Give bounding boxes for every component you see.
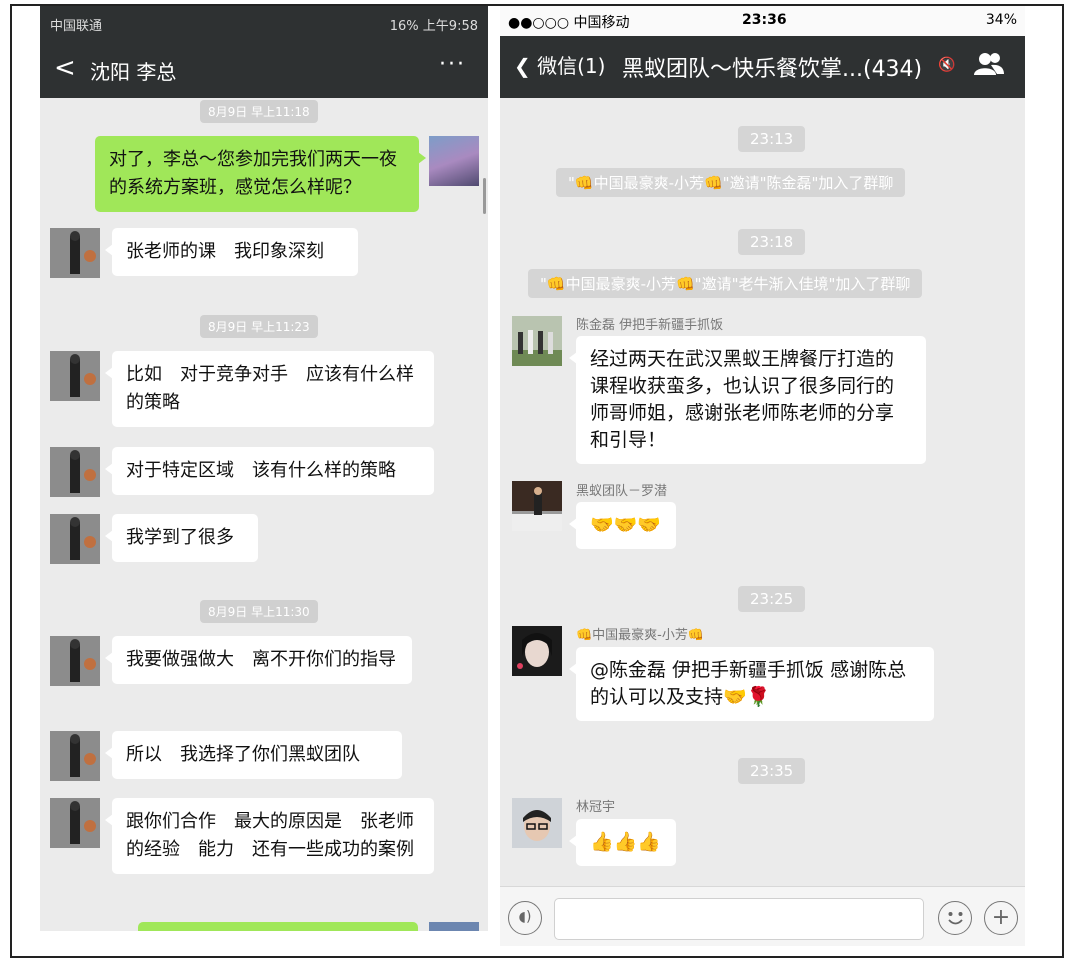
carrier-label: 中国联通	[50, 19, 103, 34]
system-notice: "👊中国最豪爽-小芳👊"邀请"老牛渐入佳境"加入了群聊	[528, 269, 923, 298]
message-bubble-received[interactable]: 我学到了很多	[105, 514, 258, 562]
avatar[interactable]	[50, 798, 100, 848]
avatar[interactable]	[512, 316, 562, 366]
scrollbar[interactable]	[483, 178, 486, 214]
status-bar: 中国联通 16% 上午9:58	[40, 6, 488, 40]
avatar[interactable]	[429, 136, 479, 186]
time-divider: 23:35	[738, 758, 806, 784]
time-divider: 23:25	[738, 586, 806, 612]
timestamp: 8月9日 早上11:30	[200, 600, 318, 623]
group-title: 黑蚁团队～快乐餐饮掌...(434)	[622, 57, 923, 82]
message-bubble-received[interactable]: 🤝🤝🤝	[569, 502, 676, 549]
mute-icon: 🔇	[938, 57, 956, 73]
chat-title: 沈阳 李总	[90, 60, 177, 84]
avatar[interactable]	[512, 626, 562, 676]
time-divider: 23:18	[738, 229, 806, 255]
chat-input-bar: ◖) +	[500, 886, 1025, 946]
timestamp: 8月9日 早上11:23	[200, 315, 318, 338]
message-bubble-received[interactable]: 所以 我选择了你们黑蚁团队	[105, 731, 402, 779]
group-members-icon[interactable]	[974, 52, 1004, 80]
avatar[interactable]	[512, 481, 562, 531]
message-bubble-sent-partial[interactable]	[138, 922, 418, 931]
sender-name: 黑蚁团队－罗潜	[576, 484, 668, 499]
voice-icon[interactable]: ◖)	[508, 901, 542, 935]
message-bubble-sent[interactable]: 对了，李总～您参加完我们两天一夜的系统方案班，感觉怎么样呢？	[95, 136, 426, 212]
time-divider: 23:13	[738, 126, 806, 152]
avatar[interactable]	[50, 228, 100, 278]
back-icon[interactable]: <	[54, 53, 76, 83]
back-button[interactable]: ❮ 微信(1)	[514, 50, 605, 79]
sender-name: 林冠宇	[576, 800, 616, 815]
right-phone-group-chat: ●●○○○ 中国移动 23:36 34% ❮ 微信(1) 黑蚁团队～快乐餐饮掌.…	[500, 6, 1025, 946]
message-bubble-received[interactable]: 我要做强做大 离不开你们的指导	[105, 636, 412, 684]
avatar[interactable]	[429, 922, 479, 931]
avatar[interactable]	[50, 447, 100, 497]
message-bubble-received[interactable]: 张老师的课 我印象深刻	[105, 228, 358, 276]
back-label: 微信(1)	[537, 54, 606, 78]
timestamp: 8月9日 早上11:18	[200, 100, 318, 123]
carrier-label: ●●○○○ 中国移动	[508, 15, 630, 31]
avatar[interactable]	[512, 798, 562, 848]
chat-nav-bar: ❮ 微信(1) 黑蚁团队～快乐餐饮掌...(434) 🔇	[500, 36, 1025, 98]
message-bubble-received[interactable]: 👍👍👍	[569, 819, 676, 866]
emoji-icon[interactable]	[938, 901, 972, 935]
plus-icon[interactable]: +	[984, 901, 1018, 935]
status-right: 16% 上午9:58	[389, 19, 478, 34]
message-bubble-received[interactable]: @陈金磊 伊把手新疆手抓饭 感谢陈总的认可以及支持🤝🌹	[569, 647, 934, 721]
avatar[interactable]	[50, 731, 100, 781]
system-notice: "👊中国最豪爽-小芳👊"邀请"陈金磊"加入了群聊	[556, 168, 906, 197]
chat-nav-bar: < 沈阳 李总 ···	[40, 40, 488, 98]
avatar[interactable]	[50, 514, 100, 564]
sender-name: 陈金磊 伊把手新疆手抓饭	[576, 318, 724, 333]
avatar[interactable]	[50, 636, 100, 686]
message-input[interactable]	[554, 898, 924, 940]
message-bubble-received[interactable]: 比如 对于竞争对手 应该有什么样的策略	[105, 351, 434, 427]
more-icon[interactable]: ···	[439, 52, 466, 77]
message-bubble-received[interactable]: 对于特定区域 该有什么样的策略	[105, 447, 434, 495]
avatar[interactable]	[50, 351, 100, 401]
left-phone-chat: 中国联通 16% 上午9:58 < 沈阳 李总 ··· 8月9日 早上11:18…	[40, 6, 488, 931]
sender-name: 👊中国最豪爽-小芳👊	[576, 628, 705, 643]
message-bubble-received[interactable]: 跟你们合作 最大的原因是 张老师的经验 能力 还有一些成功的案例	[105, 798, 434, 874]
battery-label: 34%	[985, 12, 1017, 28]
status-bar: ●●○○○ 中国移动 23:36 34%	[500, 6, 1025, 36]
clock: 23:36	[742, 12, 787, 28]
message-bubble-received[interactable]: 经过两天在武汉黑蚁王牌餐厅打造的课程收获蛮多，也认识了很多同行的师哥师姐，感谢张…	[569, 336, 926, 464]
